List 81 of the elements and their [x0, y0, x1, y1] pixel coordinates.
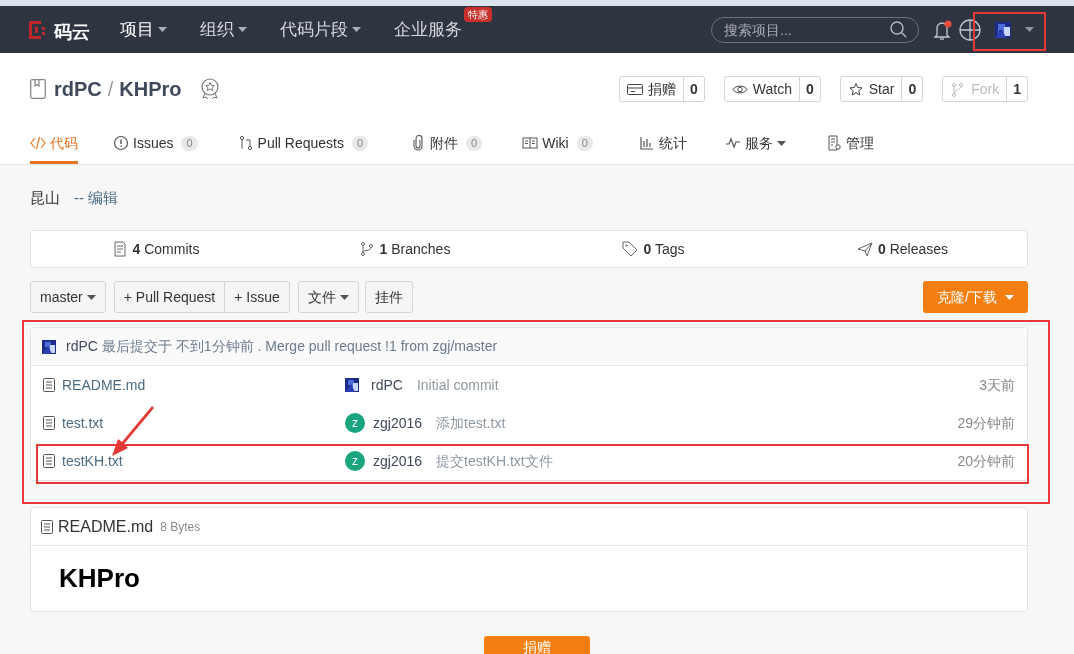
stat-link[interactable]: 1 Branches: [280, 238, 529, 260]
user-avatar: z: [345, 413, 365, 433]
repo-action-button[interactable]: Watch: [724, 77, 800, 101]
pull-request-icon: [237, 135, 254, 151]
caret-icon: [339, 294, 349, 300]
file-icon: [43, 454, 55, 468]
tab[interactable]: 管理: [825, 125, 874, 164]
file-link[interactable]: testKH.txt: [62, 450, 123, 472]
readme-filename: README.md: [58, 516, 154, 537]
tab[interactable]: 服务: [724, 125, 786, 164]
toolbar-button[interactable]: 挂件: [364, 281, 413, 313]
add-icon: [959, 18, 981, 41]
commit-icon: [111, 241, 128, 257]
commit-author-link[interactable]: rdPC: [371, 374, 403, 396]
readme-heading: KHPro: [59, 562, 140, 595]
toolbar-button[interactable]: + Issue: [225, 281, 290, 313]
file-icon: [43, 378, 55, 392]
repo-name-link[interactable]: KHPro: [119, 74, 182, 104]
search-field[interactable]: 搜索项目...: [711, 16, 919, 43]
path-separator: /: [107, 77, 114, 102]
tab[interactable]: 统计: [638, 125, 687, 164]
commit-time: 3天前: [979, 375, 1015, 395]
branch-icon: [358, 241, 375, 257]
count-link[interactable]: 0: [902, 77, 923, 101]
donate-icon: [626, 81, 643, 97]
stat-link[interactable]: 4 Commits: [31, 238, 280, 260]
tab[interactable]: Issues 0: [113, 125, 198, 164]
promo-badge: 特惠: [464, 6, 492, 22]
caret-icon: [86, 294, 96, 300]
arrow-icon: [110, 406, 156, 458]
nav-link[interactable]: 项目: [120, 16, 167, 43]
commit-author-link[interactable]: zgj2016: [373, 450, 423, 472]
nav-link[interactable]: 企业服务: [394, 16, 462, 43]
commit-time: 20分钟前: [957, 451, 1015, 471]
count-badge: 0: [181, 135, 198, 151]
commit-author-link[interactable]: rdPC: [66, 336, 98, 357]
repo-owner-link[interactable]: rdPC: [54, 74, 102, 104]
issue-icon: [113, 135, 129, 151]
code-icon: [30, 135, 46, 151]
tab[interactable]: 附件 0: [410, 125, 483, 164]
toolbar-button[interactable]: 文件: [297, 281, 359, 313]
count-badge: 0: [576, 135, 593, 151]
commit-time: 29分钟前: [957, 413, 1015, 433]
repo-description: 昆山: [30, 188, 60, 208]
star-icon: [847, 81, 864, 97]
book-icon: [522, 135, 539, 151]
count-badge: 0: [352, 135, 369, 151]
repo-action-button[interactable]: 捐赠: [619, 77, 684, 101]
count-link[interactable]: 0: [683, 77, 704, 101]
file-icon: [43, 416, 55, 430]
tab[interactable]: Pull Requests 0: [237, 125, 369, 164]
edit-link[interactable]: -- 编辑: [74, 187, 119, 210]
user-avatar: z: [345, 451, 365, 471]
tag-icon: [622, 241, 639, 257]
nav-link[interactable]: 代码片段: [280, 16, 361, 43]
logo-text: 码云: [54, 22, 90, 41]
file-size: 8 Bytes: [160, 518, 201, 536]
repository-icon: [30, 79, 46, 99]
pulse-icon: [724, 135, 741, 151]
commit-author-link[interactable]: zgj2016: [373, 412, 423, 434]
nav-link[interactable]: 组织: [200, 16, 247, 43]
stat-link[interactable]: 0 Releases: [778, 238, 1027, 260]
bar-chart-icon: [638, 135, 655, 151]
tab[interactable]: Wiki 0: [522, 125, 593, 164]
send-icon: [856, 241, 873, 257]
repo-action-button[interactable]: Star: [840, 77, 903, 101]
award-icon: [199, 78, 220, 100]
branch-dropdown[interactable]: master: [30, 281, 106, 313]
file-link[interactable]: test.txt: [62, 412, 104, 434]
stat-link[interactable]: 0 Tags: [529, 238, 778, 260]
file-icon: [41, 519, 53, 534]
file-link[interactable]: README.md: [62, 374, 146, 396]
toolbar-button[interactable]: + Pull Request: [113, 281, 226, 313]
logo-icon: [28, 19, 48, 40]
caret-icon: [1025, 27, 1034, 32]
caret-icon: [1005, 294, 1014, 300]
search-icon: [890, 20, 907, 38]
count-badge: 0: [466, 135, 483, 151]
document-gear-icon: [825, 135, 842, 151]
count-link[interactable]: 0: [799, 77, 820, 101]
latest-commit-message: 最后提交于 不到1分钟前 . Merge pull request !1 from zgj/master: [101, 337, 498, 356]
